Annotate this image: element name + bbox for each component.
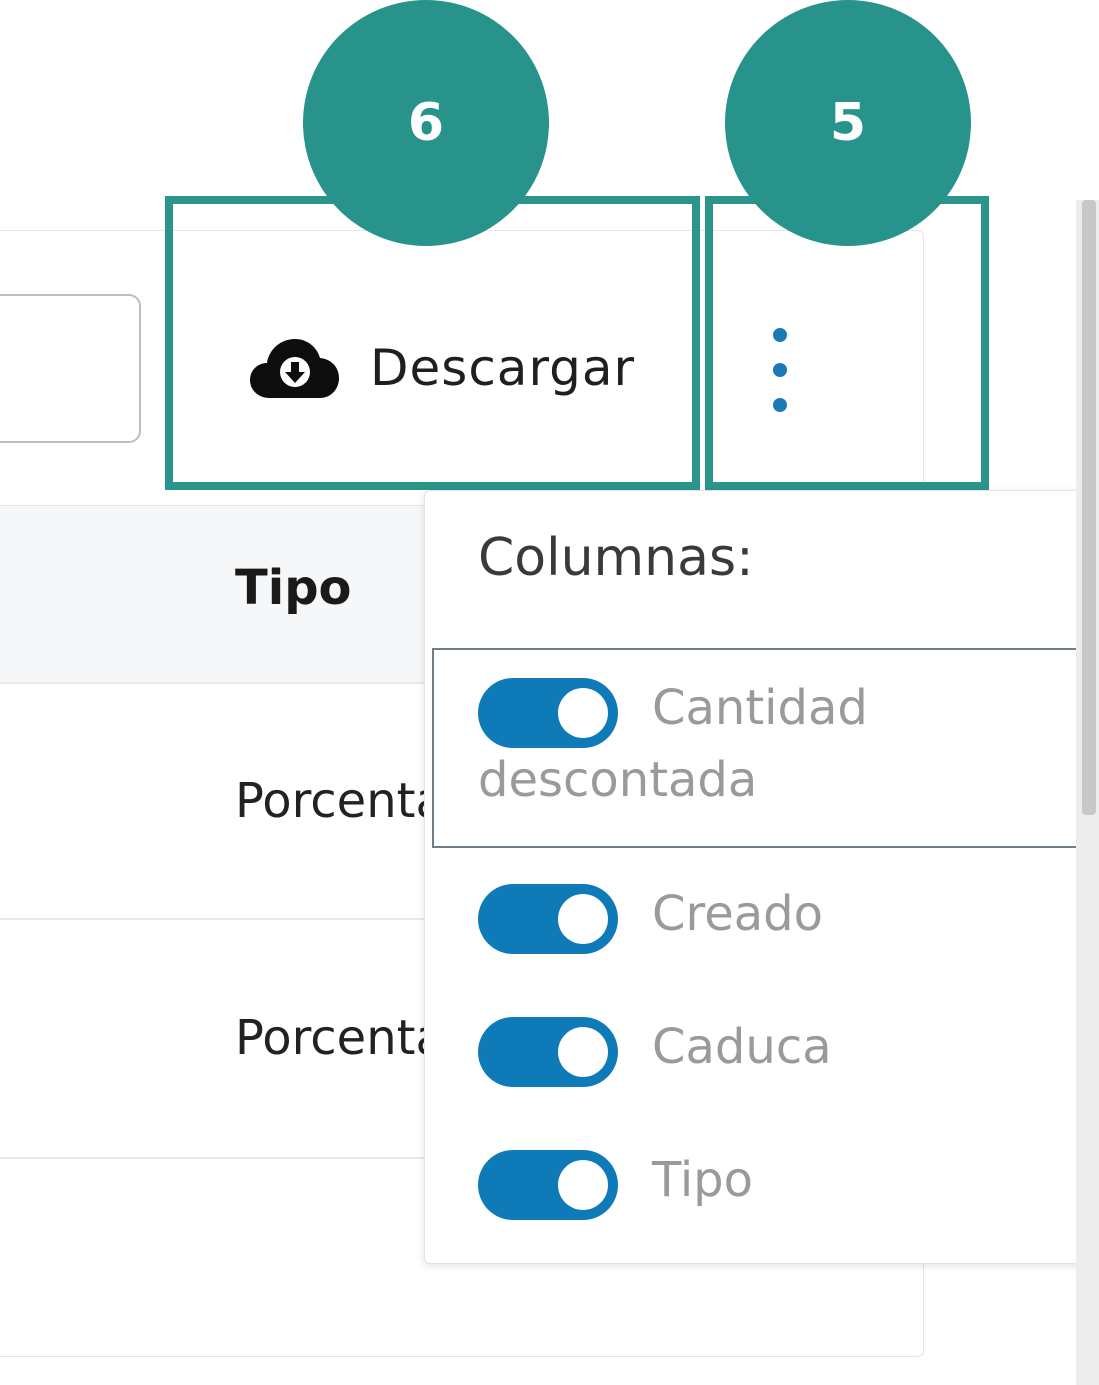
columns-dropdown — [424, 490, 1099, 1264]
column-label: Creado — [652, 886, 823, 942]
toggle-knob — [558, 688, 608, 738]
search-input[interactable] — [0, 294, 141, 443]
table-cell-tipo: Porcentaje — [235, 1010, 425, 1066]
annotation-number: 5 — [829, 93, 867, 153]
column-label: Caduca — [652, 1019, 832, 1075]
toggle-caduca[interactable] — [478, 1017, 618, 1087]
columns-title: Columnas: — [478, 528, 754, 588]
column-label: descontada — [478, 752, 758, 808]
annotation-number: 6 — [407, 93, 445, 153]
column-label: Cantidad — [652, 680, 868, 736]
table-cell-tipo: Porcentaje — [235, 773, 425, 829]
toggle-creado[interactable] — [478, 884, 618, 954]
toggle-knob — [558, 1160, 608, 1210]
column-header-tipo[interactable]: Tipo — [235, 560, 352, 616]
annotation-badge-5: 5 — [725, 0, 971, 246]
column-label: Tipo — [652, 1152, 754, 1208]
scrollbar-thumb[interactable] — [1082, 200, 1096, 815]
annotation-badge-6: 6 — [303, 0, 549, 246]
toggle-cantidad-descontada[interactable] — [478, 678, 618, 748]
toggle-knob — [558, 1027, 608, 1077]
toggle-knob — [558, 894, 608, 944]
toggle-tipo[interactable] — [478, 1150, 618, 1220]
